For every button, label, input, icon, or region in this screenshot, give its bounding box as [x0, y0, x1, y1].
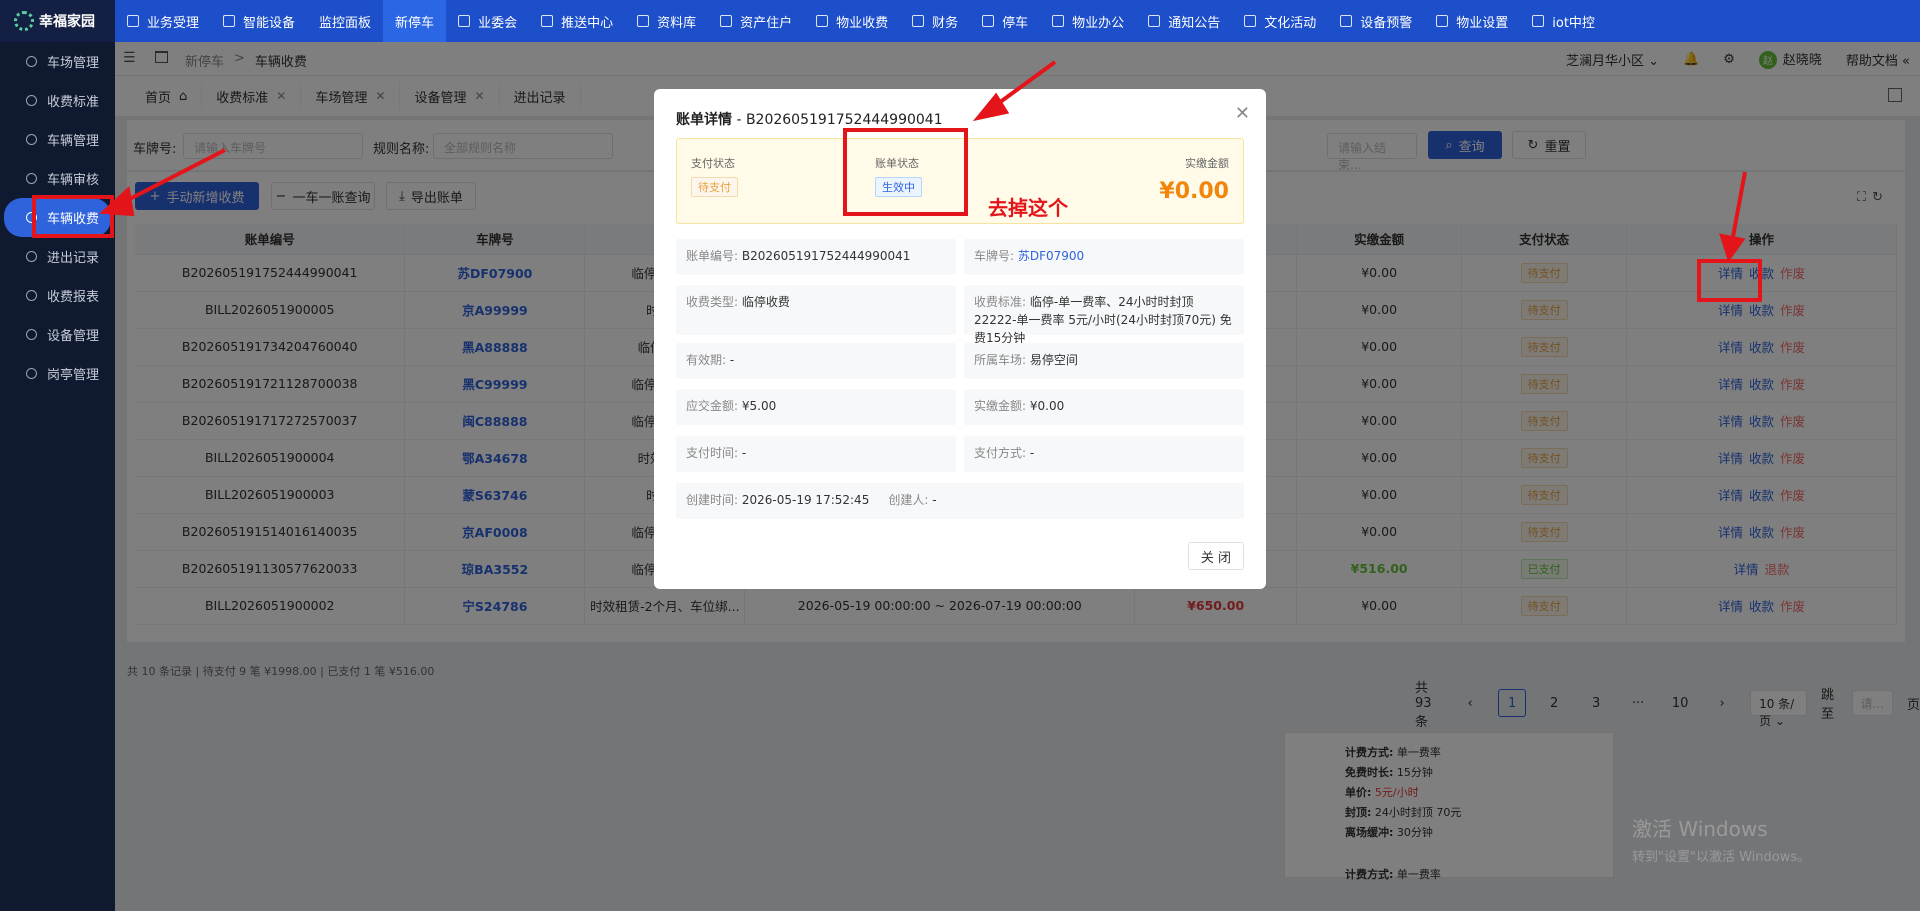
annotation-arrows — [99, 60, 1747, 263]
windows-activation-watermark: 激活 Windows 转到"设置"以激活 Windows。 — [1632, 817, 1811, 865]
